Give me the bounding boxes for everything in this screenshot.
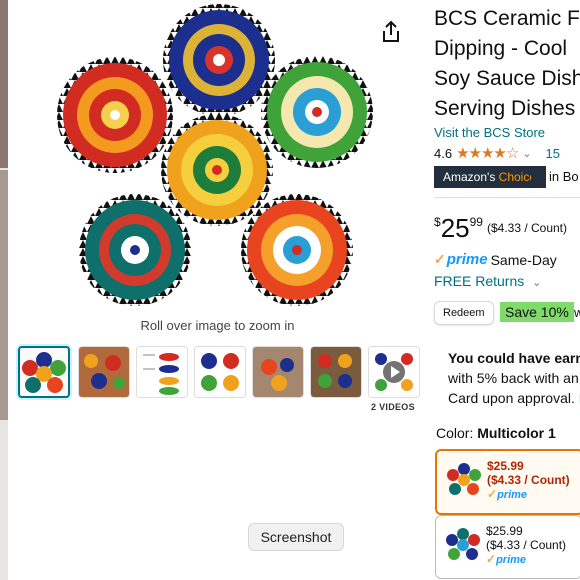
prime-logo: prime [446,251,488,268]
thumbnail-3[interactable] [136,346,188,398]
price-whole: 25 [440,213,470,243]
swatch-2-prime: prime [496,554,527,566]
visit-store-link[interactable]: Visit the BCS Store [434,125,545,140]
thumbnail-2[interactable] [78,346,130,398]
share-icon[interactable] [380,20,402,44]
zoom-hint: Roll over image to zoom in [140,318,295,333]
amazons-choice-badge: Amazon's Choice [434,166,546,188]
color-swatch-selected[interactable]: $25.99 ($4.33 / Count) ✓prime [435,449,580,515]
color-swatch-2[interactable]: $25.99 ($4.33 / Count) ✓prime [435,515,580,579]
thumbnail-5[interactable] [252,346,304,398]
chevron-down-icon: ⌄ [532,277,542,289]
swatch-2-price: $25.99 [486,524,523,538]
price-block: $2599 ($4.33 / Count) [434,213,567,244]
swatch-1-price: $25.99 [487,459,524,473]
badge-tail [531,166,540,188]
title-line-1: BCS Ceramic F [434,7,580,30]
credit-line-3: Card upon approval. [448,390,575,406]
food-scene-thumb-icon [311,347,361,397]
videos-count-label: 2 VIDEOS [371,402,415,412]
review-count-link[interactable]: 15 [546,146,560,161]
bowl-red-left [57,57,173,173]
color-label-key: Color: [436,425,474,441]
bowls-set-thumb-icon [195,347,245,397]
background-window-edge [0,0,8,580]
bowl-yellow [161,114,273,226]
thumbnail-4[interactable] [194,346,246,398]
price-currency: $ [434,215,441,229]
badge-text-b: Choice [495,170,536,184]
price-per-unit: ($4.33 / Count) [486,221,568,235]
swatch-1-unit: ($4.33 / Count) [487,473,570,487]
swatch-bowls-icon [447,463,481,495]
rating-value: 4.6 [434,145,453,161]
bowl-teal [79,194,191,306]
save-tail-text: w [574,305,580,320]
choice-category: in Bo [549,169,579,184]
prime-check-icon: ✓ [434,251,446,267]
table-scene-thumb-icon [79,347,129,397]
price-fraction: 99 [469,215,483,229]
free-returns-link[interactable]: FREE Returns ⌄ [434,273,541,289]
credit-line-1: You could have earne [448,350,580,366]
same-day-label: Same-Day [490,251,557,268]
bowl-orange [241,194,353,306]
bowl-green [261,56,373,168]
bowls-thumb-icon [22,352,66,393]
lifestyle-thumb-icon [253,347,303,397]
bowl-blue [163,4,275,116]
edge-block-low [0,420,8,580]
title-line-4: Serving Dishes [434,97,576,120]
prime-delivery-row: ✓ prime Same-Day [434,251,557,268]
main-product-image[interactable] [55,0,385,310]
title-line-2: Dipping - Cool [434,37,568,60]
credit-card-offer: You could have earne with 5% back with a… [448,348,580,408]
swatch-bowls-alt-icon [446,528,480,560]
save-badge: Save 10% [500,302,574,322]
credit-line-2: with 5% back with an [448,370,579,386]
thumbnail-video[interactable] [368,346,420,398]
prime-check-icon: ✓ [487,487,498,501]
star-rating-icon[interactable]: ★★★★☆ [456,144,519,162]
color-label-value: Multicolor 1 [477,425,556,441]
divider [434,197,580,198]
screenshot-tooltip: Screenshot [248,523,344,551]
badge-text-a: Amazon's [443,170,496,184]
title-line-3: Soy Sauce Dish [434,67,580,90]
edge-block-top [0,0,8,168]
video-play-icon [369,347,419,397]
edge-block-mid [0,170,8,420]
thumbnail-strip [18,346,420,406]
dimensions-thumb-icon [137,347,187,397]
swatch-2-unit: ($4.33 / Count) [486,538,567,552]
prime-check-icon: ✓ [486,552,497,566]
redeem-button[interactable]: Redeem [434,301,494,325]
free-returns-label: FREE Returns [434,273,525,289]
color-selection-label: Color: Multicolor 1 [436,425,556,441]
swatch-1-prime: prime [497,489,528,501]
product-title: BCS Ceramic F Dipping - Cool Soy Sauce D… [434,4,580,124]
thumbnail-6[interactable] [310,346,362,398]
chevron-down-icon[interactable]: ⌄ [522,147,531,160]
thumbnail-1[interactable] [18,346,70,398]
rating-row: 4.6 ★★★★☆ ⌄ 15 [434,144,560,162]
